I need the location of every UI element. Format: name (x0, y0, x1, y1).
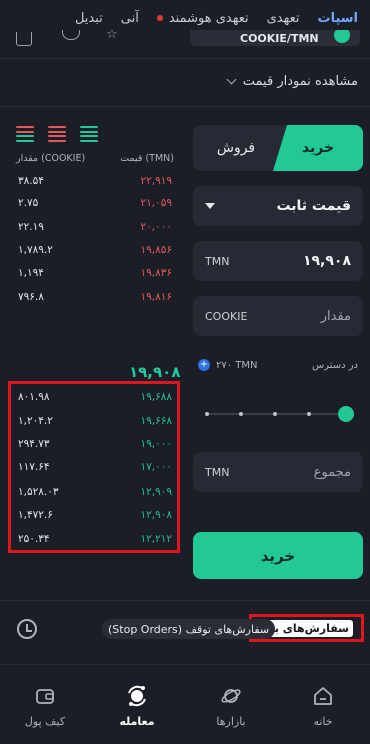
order-price: ۱۹,۸۳۶ (140, 267, 172, 279)
buy-tab[interactable]: خرید (273, 125, 363, 171)
new-indicator-dot (156, 15, 163, 21)
orders-tabs-bar: سفارش‌های باز سفارش‌های توقف (Stop Order… (0, 605, 370, 649)
price-input-value: ۱۹,۹۰۸ (302, 253, 351, 269)
amount-field[interactable]: COOKIE مقدار (193, 296, 363, 336)
nav-wallet-label: کیف پول (24, 715, 66, 728)
price-field[interactable]: TMN ۱۹,۹۰۸ (193, 241, 363, 281)
sell-order-row[interactable]: ۳۸.۵۴ ۲۲,۹۱۹ (12, 170, 178, 192)
divider (0, 106, 370, 107)
orderbook-amount-header: مقدار (COOKIE) (16, 153, 86, 164)
market-quote: TMN (290, 32, 319, 45)
orderbook-header: مقدار (COOKIE) قیمت (TMN) (16, 153, 174, 164)
nav-home-label: خانه (313, 715, 333, 728)
sell-order-row[interactable]: ۷۹۶.۸ ۱۹,۸۱۶ (12, 286, 178, 308)
total-placeholder: مجموع (313, 464, 351, 480)
order-amount: ۳۸.۵۴ (18, 175, 44, 187)
nav-markets-label: بازارها (216, 715, 246, 728)
tab-spot[interactable]: اسپات (318, 11, 359, 26)
price-chart-label: مشاهده نمودار قیمت (242, 74, 358, 89)
order-price: ۲۲,۹۱۹ (140, 175, 172, 187)
nav-markets[interactable]: بازارها (196, 685, 266, 728)
orderbook-view-switcher (16, 126, 98, 142)
order-type-select[interactable]: قیمت ثابت (193, 186, 363, 226)
wallet-icon (34, 685, 56, 707)
nav-home[interactable]: خانه (288, 685, 358, 728)
trade-icon (126, 685, 148, 707)
order-price: ۲۰,۰۰۰ (140, 221, 172, 233)
orderbook-both-view-icon[interactable] (16, 126, 34, 142)
planet-icon (220, 685, 242, 707)
divider (0, 600, 370, 601)
price-chart-toggle[interactable]: مشاهده نمودار قیمت (226, 74, 358, 89)
available-balance: + ۲۷۰ TMN در دسترس (198, 359, 358, 371)
buy-sell-switch: فروش خرید (193, 125, 363, 171)
amount-unit: COOKIE (205, 309, 248, 323)
bottom-navigation: خانه بازارها معامله کیف پول (0, 664, 370, 744)
tab-smart-margin[interactable]: تعهدی هوشمند (156, 10, 249, 26)
star-icon[interactable]: ☆ (106, 30, 118, 42)
buy-submit-button[interactable]: خرید (193, 532, 363, 579)
amount-placeholder: مقدار (320, 308, 351, 324)
nav-trade[interactable]: معامله (102, 685, 172, 728)
sell-order-row[interactable]: ۱,۱۹۴ ۱۹,۸۳۶ (12, 262, 178, 284)
sell-tab[interactable]: فروش (193, 125, 279, 171)
order-amount: ۱,۷۸۹.۲ (18, 244, 53, 256)
divider (0, 58, 370, 59)
orderbook-price-header: قیمت (TMN) (120, 153, 174, 164)
buy-orders-highlight (8, 381, 180, 553)
order-amount: ۲.۷۵ (18, 197, 39, 209)
total-unit: TMN (205, 465, 230, 479)
tab-smart-margin-label: تعهدی هوشمند (168, 10, 249, 26)
deposit-plus-icon[interactable]: + (198, 359, 210, 371)
order-amount: ۲۲.۱۹ (18, 221, 44, 233)
order-price: ۱۹,۸۱۶ (140, 291, 172, 303)
last-price: ۱۹,۹۰۸ (129, 363, 181, 381)
chart-toggle-icon[interactable] (16, 32, 32, 46)
orderbook-sell-view-icon[interactable] (48, 126, 66, 142)
amount-percent-slider[interactable] (205, 404, 354, 424)
tab-margin[interactable]: تعهدی (267, 11, 300, 26)
order-amount: ۱,۱۹۴ (18, 267, 44, 279)
available-value: ۲۷۰ TMN (216, 359, 258, 371)
orderbook-buy-view-icon[interactable] (80, 126, 98, 142)
order-amount: ۷۹۶.۸ (18, 291, 44, 303)
market-base: COOKIE (240, 32, 287, 45)
message-icon[interactable] (62, 30, 80, 40)
home-icon (312, 685, 334, 707)
nav-wallet[interactable]: کیف پول (10, 685, 80, 728)
tab-convert[interactable]: تبدیل (75, 11, 103, 26)
order-type-value: قیمت ثابت (276, 198, 351, 214)
chevron-down-icon (226, 74, 237, 85)
sell-order-row[interactable]: ۱,۷۸۹.۲ ۱۹,۸۵۶ (12, 239, 178, 261)
slider-handle[interactable] (338, 406, 354, 422)
total-field[interactable]: TMN مجموع (193, 452, 363, 492)
order-price: ۱۹,۸۵۶ (140, 244, 172, 256)
price-unit: TMN (205, 254, 230, 268)
tab-stop-orders[interactable]: سفارش‌های توقف (Stop Orders) (102, 619, 276, 639)
caret-down-icon (205, 203, 215, 209)
sell-order-row[interactable]: ۲.۷۵ ۲۱,۰۵۹ (12, 192, 178, 214)
market-symbol: COOKIE/TMN (240, 32, 319, 45)
order-price: ۲۱,۰۵۹ (140, 197, 172, 209)
tab-instant[interactable]: آنی (121, 11, 139, 26)
sell-order-row[interactable]: ۲۲.۱۹ ۲۰,۰۰۰ (12, 216, 178, 238)
available-label: در دسترس (311, 359, 358, 371)
order-history-icon[interactable] (17, 619, 37, 639)
market-bar: COOKIE/TMN ☆ (0, 30, 370, 52)
nav-trade-label: معامله (119, 715, 155, 728)
